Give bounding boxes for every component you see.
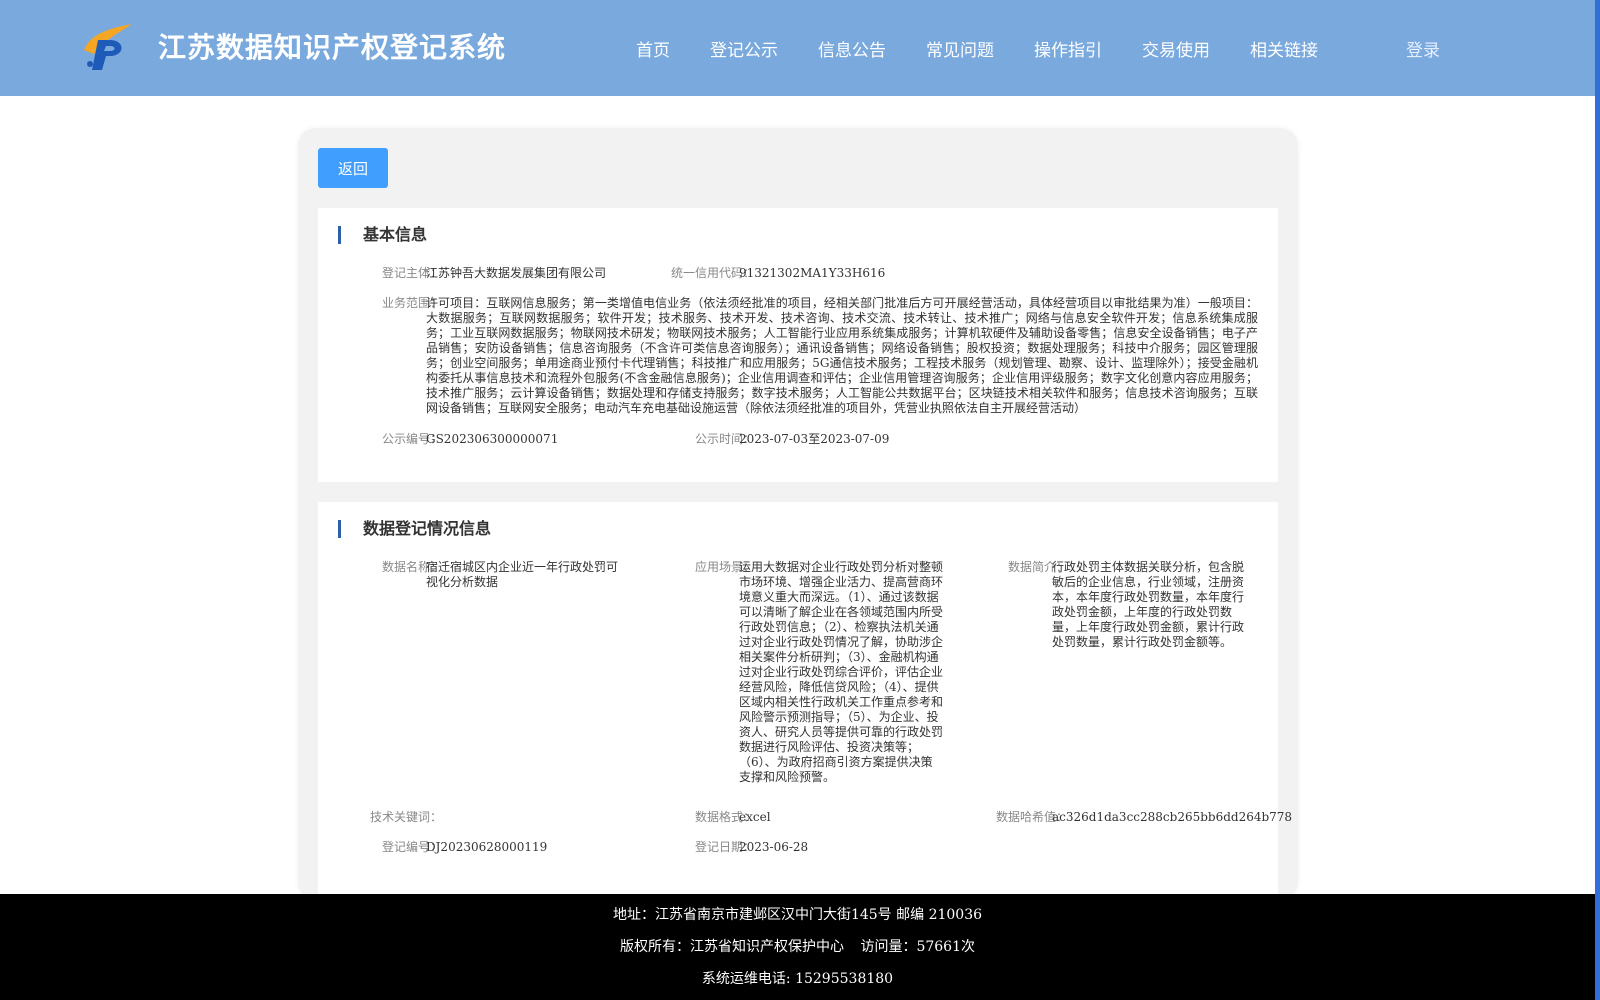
nav-home[interactable]: 首页: [636, 36, 670, 61]
detail-card: 返回 基本信息 登记主体： 江苏钟吾大数据发展集团有限公司 统一信用代码： 91…: [298, 128, 1298, 900]
notice-no-value: GS202306300000071: [426, 432, 559, 446]
registrant-value: 江苏钟吾大数据发展集团有限公司: [426, 266, 607, 280]
nav-trade-use[interactable]: 交易使用: [1142, 36, 1210, 61]
format-value: excel: [739, 810, 771, 824]
main-nav: 首页 登记公示 信息公告 常见问题 操作指引 交易使用 相关链接: [636, 36, 1358, 61]
scene-value: 运用大数据对企业行政处罚分析对整顿市场环境、增强企业活力、提高营商环境意义重大而…: [739, 560, 944, 784]
footer-copyright: 版权所有：江苏省知识产权保护中心: [620, 939, 844, 955]
login-link[interactable]: 登录: [1406, 36, 1440, 61]
nav-guide[interactable]: 操作指引: [1034, 36, 1102, 61]
nav-related-links[interactable]: 相关链接: [1250, 36, 1318, 61]
hash-value: ac326d1da3cc288cb265bb6dd264b778: [1052, 810, 1293, 824]
keywords-label: 技术关键词：: [369, 810, 442, 824]
notice-time-value: 2023-07-03至2023-07-09: [739, 432, 890, 446]
logo-icon: [84, 24, 132, 70]
footer-address: 地址：江苏省南京市建邺区汉中门大街145号 邮编 210036: [612, 907, 983, 923]
footer: 地址：江苏省南京市建邺区汉中门大街145号 邮编 210036 版权所有：江苏省…: [0, 894, 1595, 1000]
nav-registration-notice[interactable]: 登记公示: [710, 36, 778, 61]
section-title-data-registration: 数据登记情况信息: [338, 520, 491, 538]
nav-info-announcement[interactable]: 信息公告: [818, 36, 886, 61]
basic-info-panel: 基本信息 登记主体： 江苏钟吾大数据发展集团有限公司 统一信用代码： 91321…: [318, 208, 1278, 482]
section-title-basic-info: 基本信息: [338, 226, 427, 244]
data-registration-panel: 数据登记情况信息 数据名称： 宿迁宿城区内企业近一年行政处罚可视化分析数据 应用…: [318, 502, 1292, 900]
page-edge-bar: [1595, 0, 1600, 1000]
data-name-value: 宿迁宿城区内企业近一年行政处罚可视化分析数据: [426, 560, 619, 589]
scope-value: 许可项目：互联网信息服务；第一类增值电信业务（依法须经批准的项目，经相关部门批准…: [426, 296, 1258, 415]
footer-copyright-line: 版权所有：江苏省知识产权保护中心 访问量：57661次: [0, 936, 1595, 956]
site-title: 江苏数据知识产权登记系统: [158, 31, 507, 64]
back-button[interactable]: 返回: [318, 148, 388, 188]
nav-faq[interactable]: 常见问题: [926, 36, 994, 61]
credit-code-value: 91321302MA1Y33H616: [739, 266, 886, 280]
header-bar: 江苏数据知识产权登记系统 首页 登记公示 信息公告 常见问题 操作指引 交易使用…: [0, 0, 1595, 96]
footer-visits: 访问量：57661次: [860, 939, 975, 955]
footer-hotline: 系统运维电话: 15295538180: [701, 971, 894, 987]
reg-no-value: DJ20230628000119: [426, 840, 548, 854]
reg-date-value: 2023-06-28: [739, 840, 809, 854]
intro-value: 行政处罚主体数据关联分析，包含脱敏后的企业信息，行业领域，注册资本，本年度行政处…: [1052, 560, 1245, 649]
